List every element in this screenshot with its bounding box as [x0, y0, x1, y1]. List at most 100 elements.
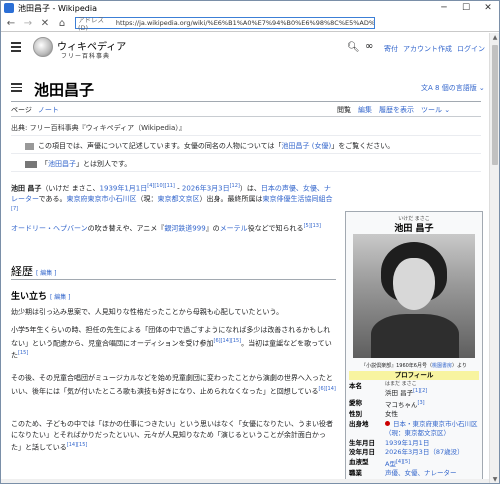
scroll-down-icon[interactable]: ▼	[490, 475, 499, 483]
maximize-icon[interactable]: ☐	[455, 1, 477, 15]
japan-link[interactable]: 日本	[261, 184, 275, 192]
portrait-photo[interactable]	[353, 234, 475, 358]
row-value[interactable]: A型[4][5]	[385, 458, 410, 470]
vertical-scrollbar[interactable]: ▲ ▼	[489, 33, 499, 483]
profile-header: プロフィール	[349, 371, 479, 380]
row-key: 性別	[349, 410, 362, 419]
maetel-link[interactable]: メーテル	[220, 224, 248, 232]
occupation[interactable]: 声優、女優、ナレーター	[385, 469, 457, 479]
photo-caption: 『小説倶楽部』1960年6月号（桃園書房）より	[346, 362, 482, 369]
ref-link[interactable]: [4][5]	[396, 459, 410, 465]
scroll-thumb[interactable]	[492, 45, 498, 165]
text: 役などで知られる	[247, 224, 304, 233]
text: ）出身。最終所属は	[199, 194, 263, 203]
ref-link[interactable]: [14][15]	[67, 442, 88, 448]
minimize-icon[interactable]: ─	[433, 1, 455, 15]
row-key: 職業	[349, 469, 362, 478]
hatnote-top-rule	[11, 135, 481, 136]
ref-link[interactable]: [6][14][15]	[214, 338, 242, 344]
row-key: 本名	[349, 382, 362, 390]
search-icon[interactable]: 🔍︎	[347, 42, 360, 53]
gender: 女性	[385, 410, 398, 419]
tab-read[interactable]: 閲覧	[337, 105, 351, 115]
intro-paragraph-2: オードリー・ヘプバーンの吹き替えや、アニメ『銀河鉄道999』のメーテル役などで知…	[11, 221, 336, 234]
ref-link[interactable]: [3]	[418, 400, 425, 406]
dash: -	[174, 184, 182, 193]
hatnote2-text-end: 」とは別人です。	[76, 160, 132, 168]
agency-link[interactable]: 東京俳優生活協同組合	[263, 195, 333, 203]
row-value[interactable]: 日本・東京府東京市小石川区（現：東京都文京区）	[385, 420, 479, 439]
close-icon[interactable]: ✕	[477, 1, 499, 15]
disambiguation-icon	[25, 142, 34, 150]
birthplace-link[interactable]: 東京府東京市小石川区	[67, 195, 137, 203]
infobox-row-real-name: 本名 はまだ まさこ 浜田 昌子[1][2]	[349, 382, 479, 399]
distinguish-icon	[25, 160, 37, 168]
ref-link[interactable]: [6][14]	[319, 386, 336, 392]
home-icon[interactable]: ⌂	[55, 16, 69, 30]
row-key: 没年月日	[349, 448, 375, 457]
edit-section-link[interactable]: [ 編集 ]	[36, 270, 57, 277]
infobox-row-gender: 性別 女性	[349, 410, 479, 420]
language-count: 8 個の言語版	[435, 84, 477, 92]
birthplace[interactable]: 日本・東京府東京市小石川区（現：東京都文京区）	[385, 420, 478, 438]
hatnote2-link[interactable]: 池田昌子	[48, 159, 76, 169]
wikipedia-globe-logo[interactable]	[33, 37, 53, 57]
caption-link[interactable]: 桃園書房	[432, 363, 452, 369]
birth-date[interactable]: 1939年1月1日	[385, 439, 429, 449]
row-key: 出身地	[349, 419, 369, 428]
address-label: アドレス(D)	[78, 16, 104, 32]
hatnote1-text: この項目では、声優について記述しています。女優の同名の人物については「	[38, 142, 282, 150]
tab-page[interactable]: ページ	[11, 105, 32, 115]
back-icon[interactable]: ←	[4, 16, 18, 30]
nickname: マコちゃん	[385, 400, 418, 409]
bunkyo-link[interactable]: 東京都文京区	[158, 195, 200, 203]
scroll-up-icon[interactable]: ▲	[490, 33, 499, 43]
ref-link[interactable]: [7]	[11, 206, 18, 212]
birth-date-link[interactable]: 1939年1月1日	[100, 184, 148, 192]
voice-actor-link[interactable]: の声優、女優	[275, 184, 317, 192]
tab-history[interactable]: 履歴を表示	[379, 105, 414, 115]
page-title: 池田昌子	[34, 81, 95, 99]
title-divider	[11, 101, 481, 102]
horizontal-scrollbar[interactable]	[1, 479, 489, 483]
ref-link[interactable]: [15]	[18, 350, 28, 356]
text: その後、その児童合唱団がミュージカルなどを始め児童劇団に変わったことから演劇の世…	[11, 374, 333, 395]
logo-tagline: フリー百科事典	[61, 53, 111, 60]
death-date[interactable]: 2026年3月3日（87歳没）	[385, 448, 464, 458]
login-link[interactable]: ログイン	[457, 44, 485, 54]
row-key: 生年月日	[349, 438, 375, 447]
edit-section-link[interactable]: [ 編集 ]	[50, 294, 71, 301]
ref-link[interactable]: [4][10][11]	[147, 183, 175, 189]
tab-edit[interactable]: 編集	[358, 105, 372, 115]
ref-link[interactable]: [12]	[230, 183, 240, 189]
hatnote1-link[interactable]: 池田昌子 (女優)	[282, 141, 332, 151]
galaxy-express-link[interactable]: 銀河鉄道999	[164, 224, 205, 232]
address-bar[interactable]: アドレス(D) https://ja.wikipedia.org/wiki/%E…	[75, 16, 375, 32]
section-heading-early-life: 生い立ち[ 編集 ]	[11, 289, 71, 302]
death-date-link[interactable]: 2026年3月3日	[182, 184, 230, 192]
text: 』の	[205, 224, 220, 233]
infobox-row-nickname: 愛称 マコちゃん[3]	[349, 399, 479, 411]
address-row: ← → ✕ ⌂ アドレス(D) https://ja.wikipedia.org…	[1, 15, 499, 32]
language-button[interactable]: 文A 8 個の言語版 ⌄	[421, 83, 485, 93]
japan-flag-icon	[385, 421, 390, 427]
blood-type[interactable]: A型	[385, 460, 396, 468]
early-paragraph-4: このため、子どもの中では「ほかの仕事につきたい」という思いはなく「女優になりたい…	[11, 419, 336, 453]
audrey-link[interactable]: オードリー・ヘプバーン	[11, 224, 88, 232]
tab-talk[interactable]: ノート	[38, 105, 59, 115]
address-url[interactable]: https://ja.wikipedia.org/wiki/%E6%B1%A0%…	[116, 19, 374, 27]
early-paragraph-2: 小学5年生くらいの時、担任の先生による「団体の中で過ごすようになれば多少は改善さ…	[11, 325, 336, 361]
tab-tools[interactable]: ツール ⌄	[421, 105, 450, 115]
create-account-link[interactable]: アカウント作成	[403, 44, 452, 54]
toc-icon[interactable]	[11, 83, 22, 93]
main-menu-icon[interactable]	[11, 42, 21, 52]
forward-icon[interactable]: →	[21, 16, 35, 30]
early-life-title: 生い立ち	[11, 292, 48, 302]
stop-icon[interactable]: ✕	[38, 16, 52, 30]
ref-link[interactable]: [5][13]	[304, 223, 321, 229]
infobox-row-birthplace: 出身地 日本・東京府東京市小石川区（現：東京都文京区）	[349, 420, 479, 439]
infobox-row-death: 没年月日 2026年3月3日（87歳没）	[349, 448, 479, 458]
ref-link[interactable]: [1][2]	[413, 388, 427, 394]
donate-link[interactable]: 寄付	[384, 44, 398, 54]
appearance-icon[interactable]: ∞	[365, 41, 373, 52]
